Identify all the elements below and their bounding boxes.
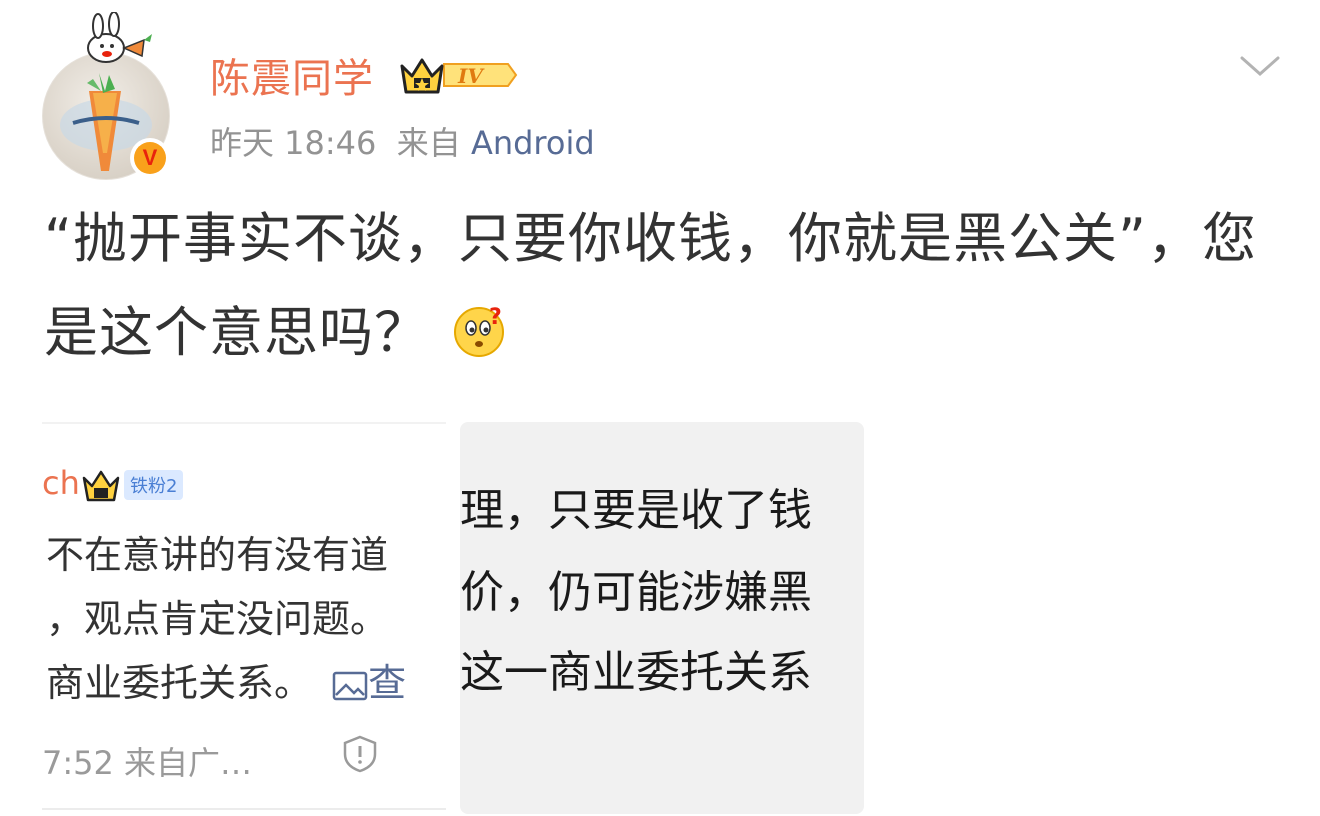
post-body: “抛开事实不谈，只要你收钱，你就是黑公关”，您是这个意思吗？ bbox=[44, 207, 1257, 364]
fan-badge: 铁粉2 bbox=[82, 468, 184, 502]
image1-line-1: 不在意讲的有没有道 bbox=[46, 533, 389, 577]
post-image-1[interactable]: ch 铁粉2 不在意讲的有没有道 ，观点肯定没问题。 商业委托关系。 查 7:5… bbox=[42, 422, 446, 810]
post-meta: 昨天 18:46 来自 Android bbox=[210, 118, 595, 164]
post-source[interactable]: Android bbox=[471, 124, 595, 162]
image2-line-2: 价，仍可能涉嫌黑 bbox=[460, 567, 812, 618]
vip-level-text: IV bbox=[457, 64, 485, 88]
image1-line-2: ，观点肯定没问题。 bbox=[46, 597, 389, 641]
chevron-down-icon[interactable] bbox=[1240, 54, 1280, 78]
vip-crown-badge-icon[interactable]: IV bbox=[398, 52, 518, 98]
post-text: “抛开事实不谈，只要你收钱，你就是黑公关”，您是这个意思吗？ ? bbox=[44, 192, 1294, 380]
svg-text:?: ? bbox=[489, 305, 503, 330]
image1-line-3-text: 商业委托关系。 bbox=[46, 661, 313, 705]
fan-level-tag: 铁粉2 bbox=[124, 470, 184, 500]
verified-mark: V bbox=[134, 142, 166, 174]
image-icon bbox=[332, 671, 368, 700]
post-time: 昨天 18:46 bbox=[210, 124, 377, 162]
bunny-ears-icon bbox=[87, 12, 152, 63]
thinking-face-emoji-icon: ? bbox=[454, 305, 504, 358]
post-username[interactable]: 陈震同学 bbox=[210, 46, 374, 104]
image1-username: ch bbox=[42, 464, 80, 502]
image2-line-3: 这一商业委托关系 bbox=[460, 647, 812, 698]
image2-line-1: 理，只要是收了钱 bbox=[460, 485, 812, 536]
verified-badge: V bbox=[130, 138, 170, 178]
view-image-link: 查 bbox=[332, 661, 406, 705]
view-image-label: 查 bbox=[368, 661, 407, 705]
report-shield-icon bbox=[343, 735, 377, 773]
crown-icon bbox=[82, 470, 120, 502]
source-prefix: 来自 bbox=[396, 124, 461, 162]
image1-line-3: 商业委托关系。 查 bbox=[46, 652, 406, 707]
post-image-2[interactable]: 理，只要是收了钱 价，仍可能涉嫌黑 这一商业委托关系 bbox=[460, 422, 864, 814]
avatar-container[interactable]: V bbox=[42, 12, 182, 180]
image1-footer: 7:52 来自广… bbox=[42, 744, 253, 782]
